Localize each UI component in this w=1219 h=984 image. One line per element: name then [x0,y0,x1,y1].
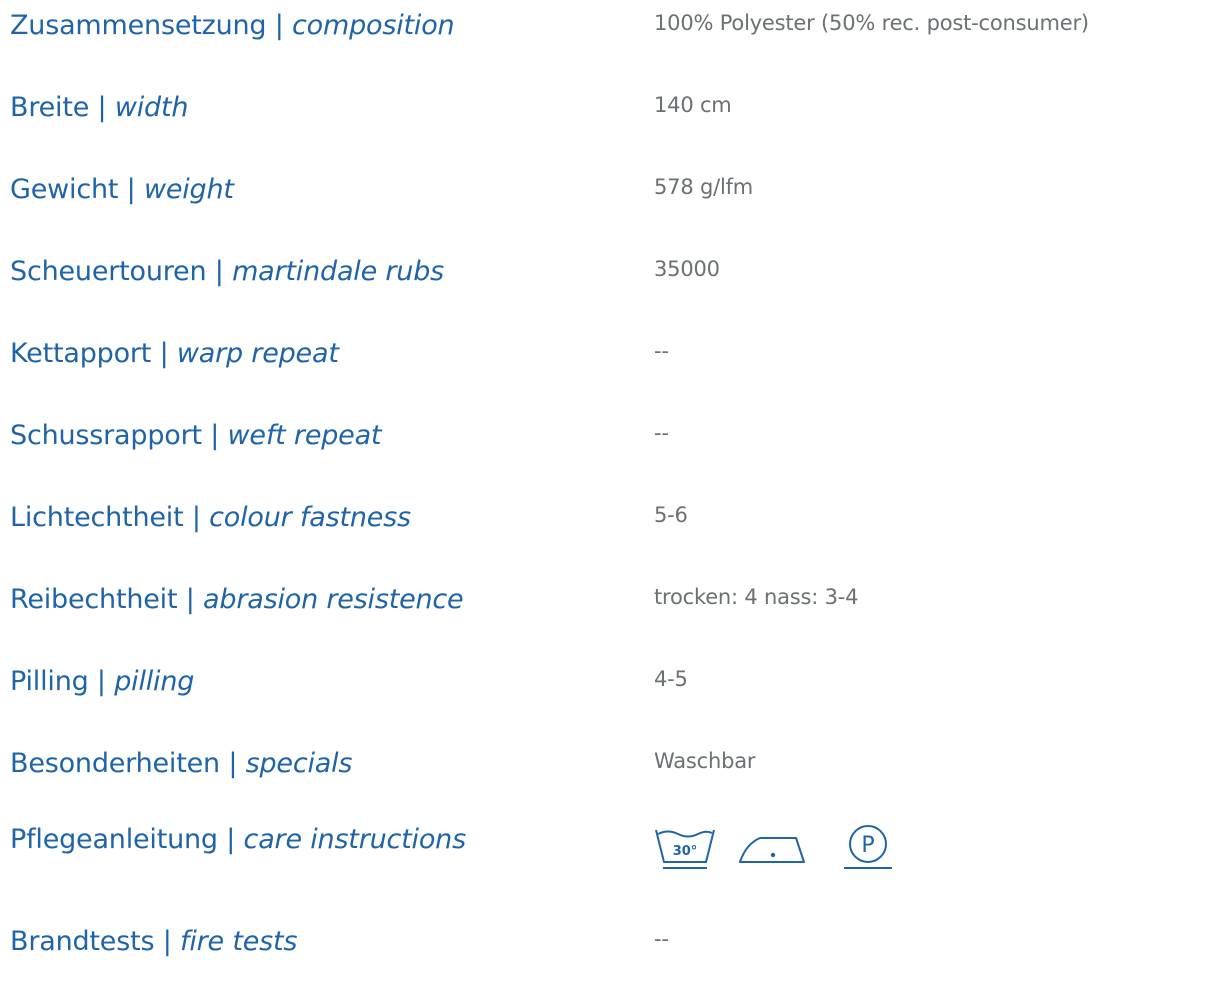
spec-value: 5-6 [654,503,688,527]
spec-label: Pflegeanleitung | care instructions [10,814,466,866]
spec-value: Waschbar [654,749,756,773]
spec-value: 140 cm [654,93,732,117]
spec-label: Gewicht | weight [10,164,234,216]
label-en: martindale rubs [232,256,445,287]
label-en: weft repeat [227,420,382,451]
label-de: Schussrapport [10,420,202,451]
spec-row-weft-repeat: Schussrapport | weft repeat -- [10,410,1219,470]
spec-value: 578 g/lfm [654,175,754,199]
label-en: colour fastness [209,502,411,533]
label-separator: | [206,256,233,287]
spec-label: Brandtests | fire tests [10,916,297,968]
dryclean-letter: P [861,833,874,858]
label-en: specials [245,748,353,779]
label-de: Zusammensetzung [10,10,267,41]
label-de: Lichtechtheit [10,502,184,533]
label-separator: | [266,10,293,41]
label-separator: | [217,824,244,855]
iron-low-icon [739,837,805,863]
spec-label: Besonderheiten | specials [10,738,353,790]
label-separator: | [183,502,210,533]
label-separator: | [154,926,181,957]
label-separator: | [177,584,204,615]
label-en: abrasion resistence [203,584,464,615]
dryclean-p-icon: P [844,825,892,869]
spec-row-pilling: Pilling | pilling 4-5 [10,656,1219,716]
label-separator: | [88,666,115,697]
wash-30-icon: 30° [655,829,715,869]
label-separator: | [118,174,144,205]
label-de: Kettapport [10,338,152,369]
spec-row-weight: Gewicht | weight 578 g/lfm [10,164,1219,224]
label-de: Pilling [10,666,89,697]
label-de: Brandtests [10,926,155,957]
label-en: width [114,92,189,123]
spec-row-fire-tests: Brandtests | fire tests -- [10,916,1219,976]
spec-label: Schussrapport | weft repeat [10,410,382,462]
spec-row-warp-repeat: Kettapport | warp repeat -- [10,328,1219,388]
spec-label: Breite | width [10,82,188,134]
label-en: care instructions [243,824,467,855]
label-de: Gewicht [10,174,119,205]
label-de: Reibechtheit [10,584,178,615]
spec-value: 100% Polyester (50% rec. post-consumer) [654,11,1089,35]
label-en: composition [292,10,455,41]
wash-temp-label: 30° [673,844,698,859]
label-de: Pflegeanleitung [10,824,218,855]
label-en: pilling [114,666,195,697]
label-separator: | [219,748,246,779]
spec-value: 4-5 [654,667,688,691]
label-de: Scheuertouren [10,256,207,287]
spec-value: -- [654,927,669,951]
spec-label: Lichtechtheit | colour fastness [10,492,411,544]
label-de: Besonderheiten [10,748,220,779]
spec-row-width: Breite | width 140 cm [10,82,1219,142]
spec-row-specials: Besonderheiten | specials Waschbar [10,738,1219,798]
spec-label: Reibechtheit | abrasion resistence [10,574,464,626]
spec-label: Pilling | pilling [10,656,194,708]
label-en: weight [143,174,234,205]
care-icons: 30° P [654,822,954,882]
spec-label: Scheuertouren | martindale rubs [10,246,444,298]
spec-row-composition: Zusammensetzung | composition 100% Polye… [10,0,1219,60]
spec-value: -- [654,339,669,363]
spec-row-martindale: Scheuertouren | martindale rubs 35000 [10,246,1219,306]
label-en: fire tests [180,926,298,957]
label-separator: | [201,420,228,451]
spec-label: Zusammensetzung | composition [10,0,455,52]
spec-row-colour-fastness: Lichtechtheit | colour fastness 5-6 [10,492,1219,552]
label-en: warp repeat [176,338,339,369]
label-separator: | [151,338,177,369]
spec-value: trocken: 4 nass: 3-4 [654,585,859,609]
spec-value: -- [654,421,669,445]
spec-row-abrasion: Reibechtheit | abrasion resistence trock… [10,574,1219,634]
label-separator: | [89,92,115,123]
spec-row-care-instructions: Pflegeanleitung | care instructions 30° … [10,814,1219,894]
spec-label: Kettapport | warp repeat [10,328,339,380]
label-de: Breite [10,92,90,123]
spec-value: 35000 [654,257,720,281]
